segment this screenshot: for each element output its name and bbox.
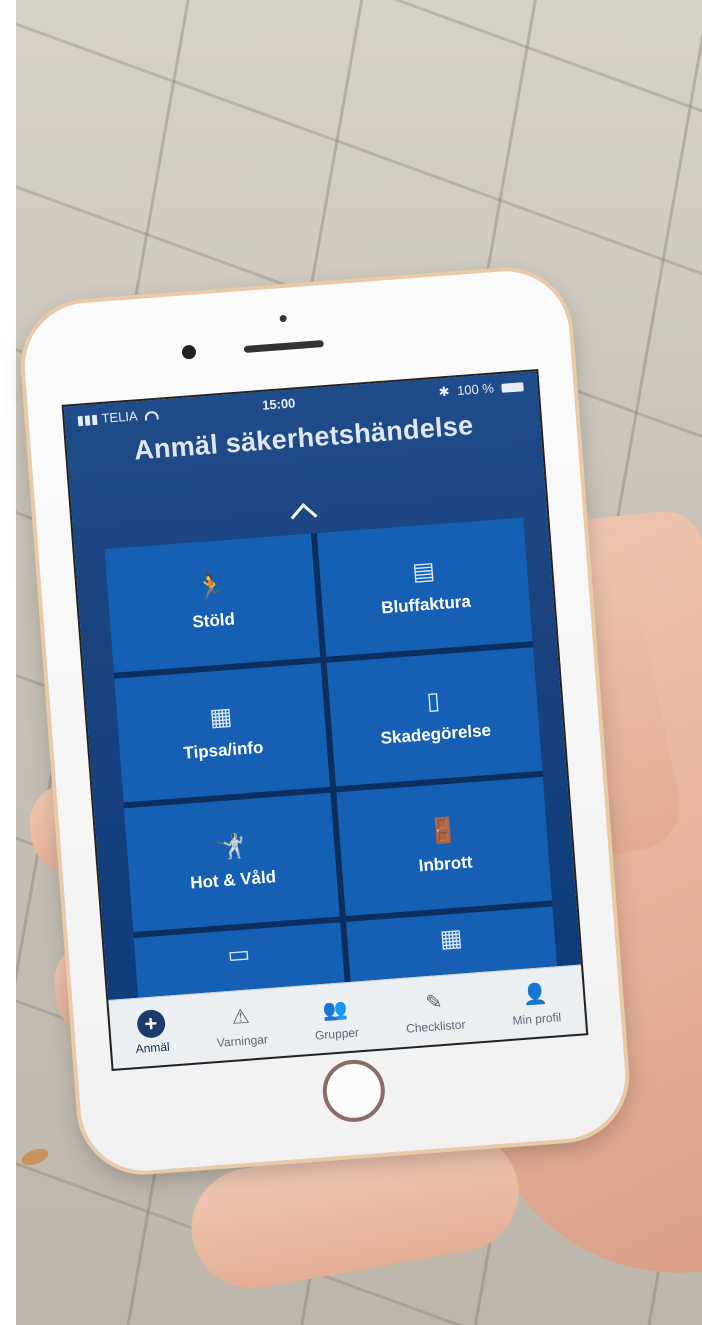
wifi-icon	[144, 410, 159, 421]
tile-label: Hot & Våld	[189, 867, 277, 893]
tab-label: Anmäl	[135, 1039, 171, 1056]
tab-label: Grupper	[314, 1024, 360, 1043]
tile-tipsa-info[interactable]: ▦ Tipsa/info	[114, 663, 330, 803]
plus-icon: +	[135, 1008, 166, 1039]
tab-anmal[interactable]: + Anmäl	[133, 1008, 171, 1056]
tab-label: Min profil	[512, 1009, 562, 1028]
tile-label: Bluffaktura	[380, 591, 472, 618]
tile-label: Stöld	[191, 609, 236, 632]
bluetooth-icon: ✱	[438, 383, 451, 400]
assault-person-icon: 🤺	[214, 832, 247, 862]
storefront-icon: ▦	[208, 702, 234, 732]
tile-label: Tipsa/info	[182, 737, 264, 763]
battery-indicator: ✱ 100 %	[438, 378, 524, 400]
storefront-icon: ▦	[438, 924, 464, 953]
warning-icon: ⚠	[230, 1005, 251, 1029]
tab-label: Varningar	[216, 1031, 269, 1050]
tile-bluffaktura[interactable]: ▤ Bluffaktura	[316, 517, 533, 657]
tile-label: Skadegörelse	[379, 720, 492, 748]
burglar-door-icon: 🚪	[427, 816, 459, 846]
receipt-icon: ▤	[411, 557, 436, 587]
earpiece-speaker	[243, 340, 324, 354]
signal-icon: ▮▮▮	[76, 411, 99, 428]
front-camera	[181, 344, 197, 360]
category-grid: 🏃 Stöld ▤ Bluffaktura ▦ Tipsa/info ▯ Ska…	[104, 517, 559, 1020]
tab-checklistor[interactable]: ✎ Checklistor	[403, 986, 466, 1035]
tab-varningar[interactable]: ⚠ Varningar	[214, 1001, 268, 1050]
fallen-leaf	[19, 1145, 51, 1169]
carrier-label: ▮▮▮ TELIA	[76, 407, 159, 429]
app-screen: ▮▮▮ TELIA 15:00 ✱ 100 % Anmäl säkerhetsh…	[61, 369, 589, 1071]
checklist-icon: ✎	[424, 991, 444, 1015]
group-icon: 👥	[321, 998, 349, 1022]
tile-hot-vald[interactable]: 🤺 Hot & Våld	[123, 792, 340, 932]
running-thief-icon: 🏃	[195, 573, 228, 603]
iphone-device: ▮▮▮ TELIA 15:00 ✱ 100 % Anmäl säkerhetsh…	[20, 266, 630, 1176]
home-button[interactable]	[320, 1057, 388, 1125]
tile-stold[interactable]: 🏃 Stöld	[104, 533, 321, 673]
tab-label: Checklistor	[405, 1016, 466, 1036]
card-skull-icon: ▭	[226, 940, 252, 969]
proximity-sensor	[279, 314, 287, 323]
clock-label: 15:00	[261, 395, 296, 413]
chevron-up-icon[interactable]	[290, 503, 318, 530]
spray-can-icon: ▯	[425, 687, 441, 716]
battery-icon	[501, 382, 524, 393]
tile-label: Inbrott	[417, 852, 474, 876]
tab-grupper[interactable]: 👥 Grupper	[312, 994, 360, 1043]
tab-min-profil[interactable]: 👤 Min profil	[510, 979, 562, 1028]
profile-icon: 👤	[521, 983, 549, 1007]
tile-skadegorelse[interactable]: ▯ Skadegörelse	[326, 647, 543, 787]
tile-inbrott[interactable]: 🚪 Inbrott	[336, 776, 553, 916]
